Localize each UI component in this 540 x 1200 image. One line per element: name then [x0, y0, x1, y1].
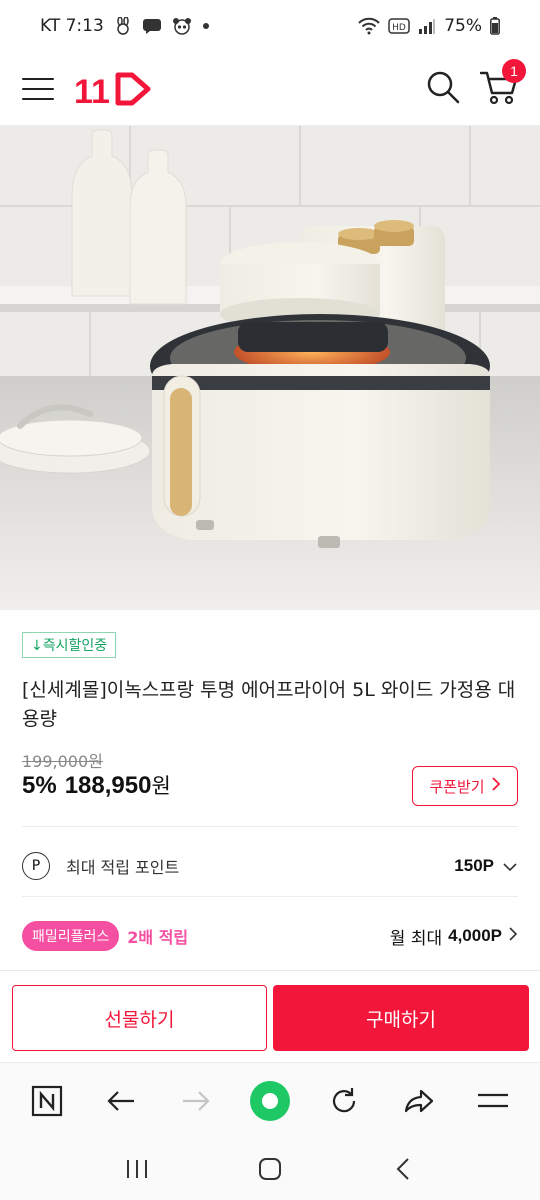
panda-icon	[172, 17, 192, 35]
logo-text: 11	[74, 73, 110, 107]
divider	[22, 826, 518, 827]
coupon-button[interactable]: 쿠폰받기	[412, 766, 518, 806]
more-menu-icon[interactable]	[469, 1077, 517, 1125]
coupon-button-label: 쿠폰받기	[429, 777, 485, 796]
point-icon: P	[22, 852, 50, 880]
original-price: 199,000원	[22, 752, 103, 771]
price-row: 5% 188,950원	[22, 770, 171, 800]
hd-icon: HD	[388, 18, 410, 34]
wifi-icon	[358, 17, 380, 35]
home-icon[interactable]	[246, 1145, 294, 1193]
system-back-icon[interactable]	[379, 1145, 427, 1193]
monthly-value: 4,000P	[448, 926, 502, 945]
buy-button[interactable]: 구매하기	[273, 985, 529, 1051]
family-plus-row[interactable]: 패밀리플러스 2배 적립 월 최대 4,000P	[22, 906, 518, 966]
status-right: HD 75%	[358, 16, 500, 36]
cart-count-badge: 1	[502, 58, 526, 83]
naver-home-icon[interactable]	[23, 1077, 71, 1125]
divider	[22, 896, 518, 897]
header-actions: 1	[426, 58, 526, 109]
battery-icon	[490, 17, 500, 35]
points-label: 최대 적립 포인트	[66, 858, 180, 877]
app-header: 11 1	[0, 52, 540, 126]
refresh-icon[interactable]	[320, 1077, 368, 1125]
carrier-time: KT 7:13	[40, 16, 104, 36]
signal-icon	[418, 18, 436, 34]
forward-arrow-icon[interactable]	[172, 1077, 220, 1125]
discount-rate: 5%	[22, 772, 57, 799]
family-plus-monthly: 월 최대 4,000P	[390, 924, 502, 949]
status-left: KT 7:13	[40, 16, 210, 36]
gift-button[interactable]: 선물하기	[12, 985, 267, 1051]
dot-icon	[202, 22, 210, 30]
points-row[interactable]: P 최대 적립 포인트 150P	[22, 836, 518, 896]
chevron-down-icon	[502, 857, 518, 876]
svg-text:HD: HD	[392, 23, 406, 33]
chevron-right-icon	[508, 926, 518, 946]
sale-price: 188,950원	[65, 770, 171, 800]
product-title: [신세계몰]이녹스프랑 투명 에어프라이어 5L 와이드 가정용 대용량	[22, 679, 516, 730]
rabbit-icon	[114, 17, 132, 35]
system-nav-bar	[0, 1138, 540, 1200]
chat-bubble-icon	[142, 17, 162, 35]
menu-icon[interactable]	[22, 73, 54, 105]
share-icon[interactable]	[395, 1077, 443, 1125]
chevron-right-icon	[491, 776, 501, 796]
monthly-label: 월 최대	[389, 928, 443, 949]
instant-discount-tag: ↓즉시할인중	[22, 632, 117, 658]
sale-price-value: 188,950	[64, 772, 152, 799]
search-icon[interactable]	[426, 70, 460, 108]
cart-button[interactable]: 1	[479, 58, 526, 109]
green-dot-icon[interactable]	[246, 1077, 294, 1125]
family-plus-bonus: 2배 적립	[127, 928, 189, 947]
battery-percent: 75%	[444, 16, 482, 36]
brand-logo[interactable]: 11	[74, 71, 154, 107]
back-arrow-icon[interactable]	[97, 1077, 145, 1125]
currency-label: 원	[151, 775, 171, 798]
purchase-bar: 선물하기 구매하기	[0, 970, 540, 1062]
points-value: 150P	[454, 856, 494, 875]
recent-apps-icon[interactable]	[113, 1145, 161, 1193]
browser-toolbar	[0, 1062, 540, 1138]
family-plus-badge: 패밀리플러스	[22, 921, 120, 951]
product-image[interactable]	[0, 126, 540, 610]
status-bar: KT 7:13 HD 75%	[0, 0, 540, 52]
